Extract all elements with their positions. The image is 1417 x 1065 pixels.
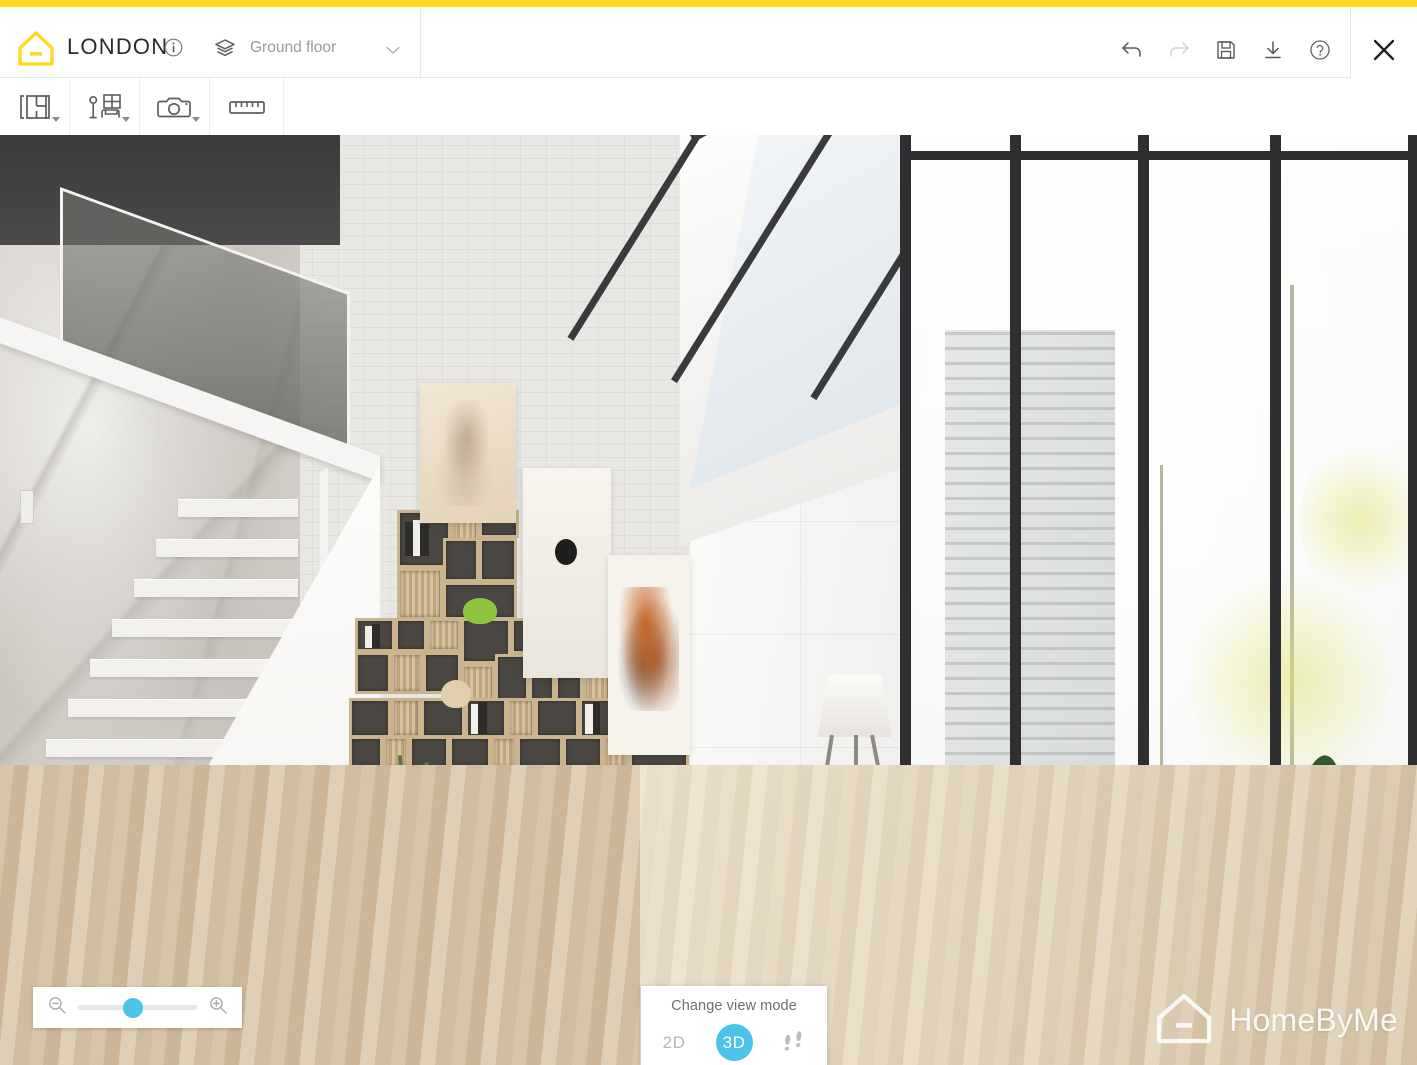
- shelf-cube: [507, 698, 535, 738]
- window-transom: [900, 151, 1417, 160]
- chevron-down-icon: [192, 117, 200, 122]
- book: [405, 522, 413, 556]
- header-divider-left: [420, 7, 421, 78]
- book: [365, 626, 372, 648]
- shelf-cube: [349, 698, 391, 738]
- chevron-down-icon: [122, 117, 130, 122]
- close-button[interactable]: [1365, 31, 1403, 69]
- chevron-down-icon: [52, 117, 60, 122]
- download-button[interactable]: [1260, 37, 1286, 63]
- floor-plan-icon: [19, 94, 50, 119]
- shelf-cube: [355, 652, 391, 694]
- magnifier-minus-icon[interactable]: [47, 995, 67, 1020]
- camera-tool[interactable]: [140, 78, 210, 135]
- zoom-slider-handle[interactable]: [122, 997, 143, 1018]
- footsteps-icon: [784, 1030, 802, 1051]
- green-vase: [463, 598, 497, 624]
- top-accent-bar: [0, 0, 1417, 7]
- view-mode-2d[interactable]: 2D: [656, 1024, 693, 1061]
- floor-lamp-shade[interactable]: [818, 675, 892, 737]
- shelf-cube: [397, 568, 443, 620]
- shelf-cube: [391, 698, 421, 738]
- main-toolbar: [0, 78, 1417, 135]
- house-logo-icon: [14, 26, 58, 70]
- floorplan-tool[interactable]: [0, 78, 70, 135]
- view-mode-panel: Change view mode 2D 3D: [641, 986, 827, 1065]
- book: [471, 704, 478, 734]
- ruler-icon: [228, 100, 265, 114]
- floor-selector-label: Ground floor: [250, 39, 337, 56]
- shelf-cube: [391, 652, 423, 694]
- shelf-cube: [427, 618, 461, 652]
- furniture-icon: [88, 93, 121, 118]
- info-icon[interactable]: [164, 38, 183, 57]
- view-mode-title: Change view mode: [671, 998, 797, 1014]
- help-button[interactable]: [1307, 37, 1333, 63]
- app-root: LONDON Ground floor Change view mode 2D …: [0, 0, 1417, 1065]
- page-title: LONDON: [67, 34, 169, 59]
- redo-button[interactable]: [1166, 37, 1192, 63]
- shelf-cube: [395, 618, 427, 652]
- stair-step: [178, 499, 298, 517]
- stair-step: [134, 579, 298, 597]
- scene-3d-render: [0, 135, 1417, 1065]
- floor-selector[interactable]: Ground floor: [214, 30, 410, 66]
- book: [372, 624, 380, 648]
- magnifier-plus-icon[interactable]: [208, 995, 228, 1020]
- undo-button[interactable]: [1119, 37, 1145, 63]
- chevron-down-icon: [386, 42, 400, 55]
- app-header: LONDON Ground floor: [0, 7, 1417, 78]
- header-divider-right: [1350, 7, 1351, 78]
- wall-art-abstract[interactable]: [523, 468, 611, 678]
- wall-art-ink[interactable]: [608, 555, 690, 755]
- view-mode-walkthrough[interactable]: [776, 1024, 813, 1061]
- measure-tool[interactable]: [210, 78, 284, 135]
- stair-step: [156, 539, 298, 557]
- exterior-building: [945, 330, 1115, 770]
- stair-step: [112, 619, 298, 637]
- shelf-cube: [535, 698, 579, 738]
- view-mode-3d[interactable]: 3D: [715, 1024, 753, 1061]
- zoom-slider-track[interactable]: [78, 997, 197, 1018]
- book: [420, 524, 429, 556]
- book: [478, 702, 487, 734]
- wall-art-sketch[interactable]: [420, 383, 516, 523]
- render-viewport[interactable]: Change view mode 2D 3D HomeByMe: [0, 135, 1417, 1065]
- save-button[interactable]: [1213, 37, 1239, 63]
- camera-icon: [156, 97, 191, 117]
- header-actions: [1119, 14, 1333, 85]
- book: [593, 702, 600, 734]
- layers-icon: [214, 37, 236, 59]
- book: [585, 704, 593, 734]
- view-mode-options: 2D 3D: [641, 1024, 827, 1061]
- zoom-control-panel: [33, 987, 242, 1028]
- book: [413, 520, 420, 556]
- shelf-cube: [479, 538, 517, 582]
- shelf-cube: [443, 538, 479, 582]
- ceramic-vase: [441, 680, 471, 708]
- furniture-tool[interactable]: [70, 78, 140, 135]
- tree-foliage: [1300, 435, 1417, 605]
